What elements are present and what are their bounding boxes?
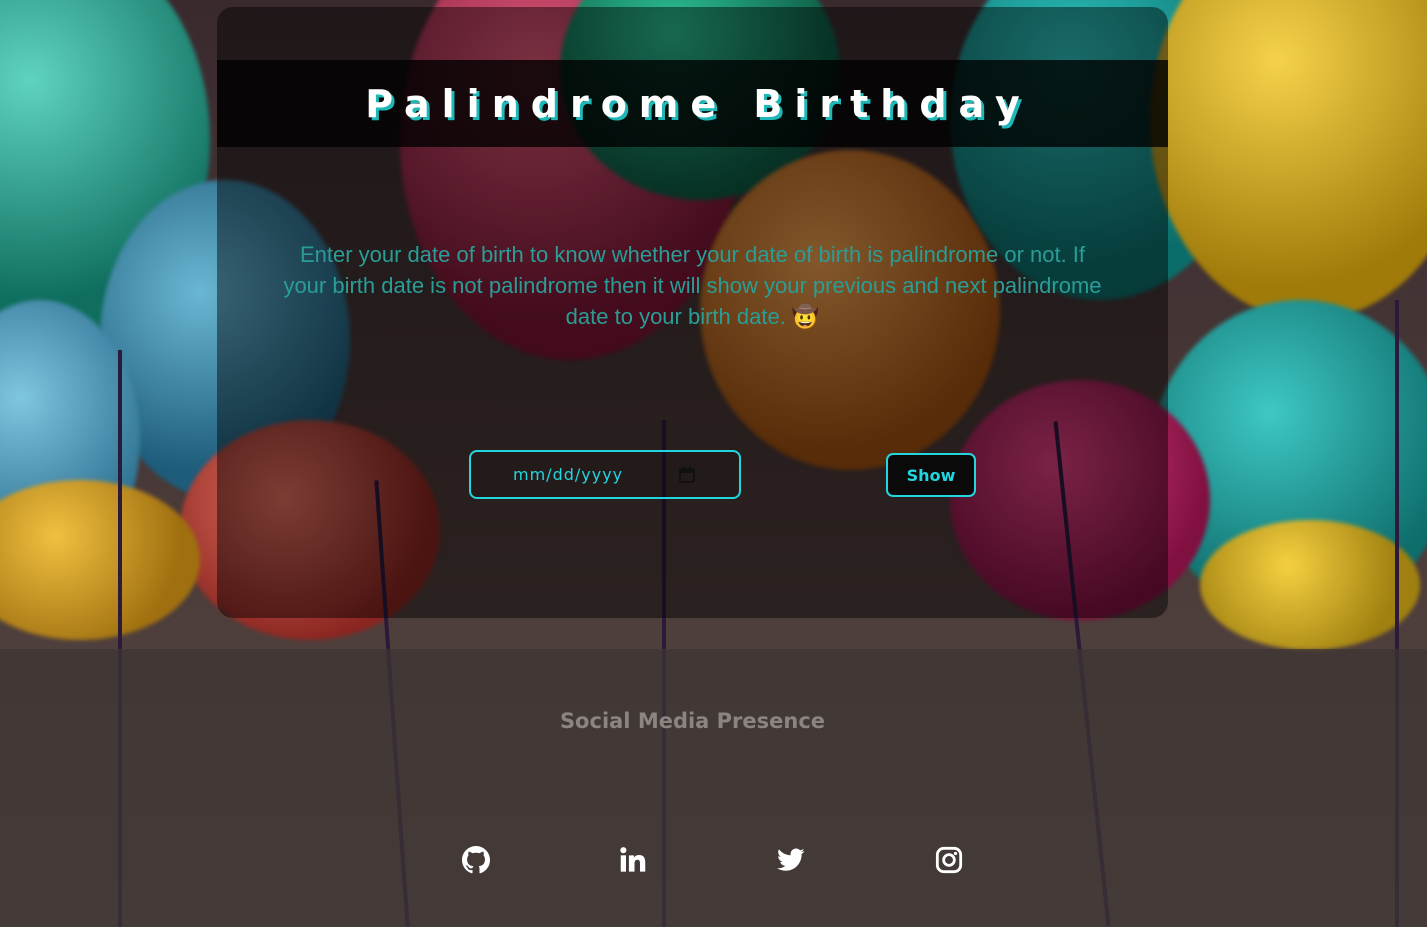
footer: Social Media Presence — [0, 649, 1427, 927]
page-title: Palindrome Birthday — [365, 81, 1032, 126]
twitter-link[interactable] — [776, 847, 806, 877]
linkedin-link[interactable] — [618, 847, 648, 877]
date-of-birth-input[interactable]: mm/dd/yyyy — [469, 450, 741, 499]
instagram-link[interactable] — [934, 846, 964, 878]
show-button[interactable]: Show — [886, 453, 976, 497]
palindrome-card: Palindrome Birthday Enter your date of b… — [217, 7, 1168, 618]
instagram-icon — [935, 846, 963, 878]
title-bar: Palindrome Birthday — [217, 60, 1168, 147]
date-placeholder: mm/dd/yyyy — [513, 465, 624, 484]
github-link[interactable] — [461, 846, 491, 878]
twitter-icon — [777, 848, 805, 876]
footer-title: Social Media Presence — [559, 709, 826, 733]
linkedin-icon — [619, 846, 647, 878]
description-text: Enter your date of birth to know whether… — [283, 242, 1102, 329]
github-icon — [462, 846, 490, 878]
calendar-icon[interactable] — [679, 466, 695, 483]
